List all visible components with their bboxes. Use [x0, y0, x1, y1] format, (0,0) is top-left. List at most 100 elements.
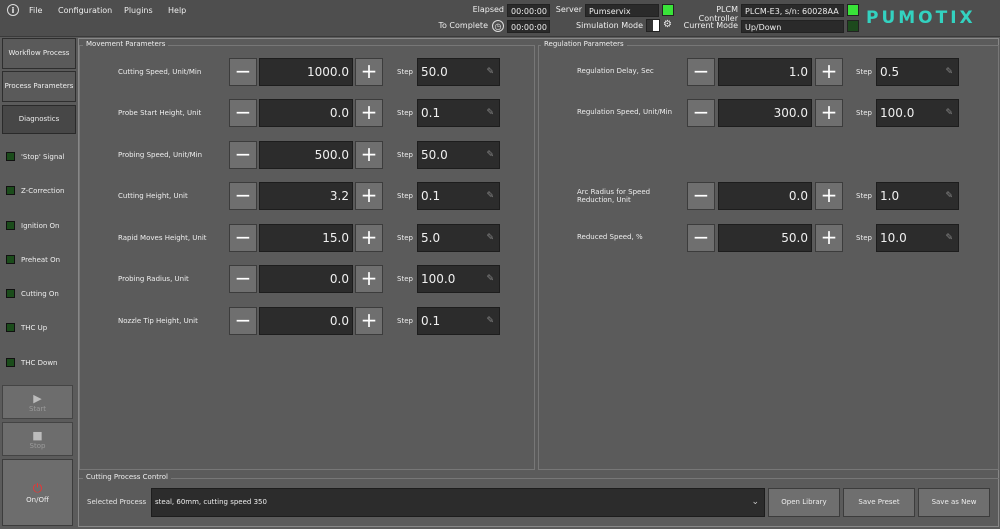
regulation-value-field[interactable]: 1.0 — [718, 58, 812, 86]
movement-increment-button[interactable]: + — [355, 265, 383, 293]
movement-value-field[interactable]: 1000.0 — [259, 58, 353, 86]
regulation-param-label: Regulation Delay, Sec — [577, 67, 654, 75]
movement-step-value: 5.0 — [421, 231, 441, 245]
movement-step-label: Step — [397, 109, 413, 117]
stop-signal-label: 'Stop' Signal — [21, 153, 65, 161]
to-complete-label: To Complete — [438, 21, 488, 30]
simulation-mode-toggle[interactable] — [646, 19, 660, 32]
start-button[interactable]: ▶ Start — [2, 385, 73, 419]
server-status-led — [662, 4, 674, 16]
pencil-icon: ✎ — [486, 191, 494, 201]
nav-process-parameters[interactable]: Process Parameters — [2, 71, 76, 102]
regulation-decrement-button[interactable]: − — [687, 224, 715, 252]
movement-value-field[interactable]: 0.0 — [259, 265, 353, 293]
nav-diagnostics[interactable]: Diagnostics — [2, 105, 76, 134]
stop-icon: ■ — [32, 428, 43, 442]
movement-step-field[interactable]: 0.1 ✎ — [417, 307, 500, 335]
regulation-step-value: 100.0 — [880, 106, 915, 120]
movement-decrement-button[interactable]: − — [229, 224, 257, 252]
movement-increment-button[interactable]: + — [355, 99, 383, 127]
movement-increment-button[interactable]: + — [355, 141, 383, 169]
movement-step-value: 0.1 — [421, 314, 441, 328]
on-off-label: On/Off — [26, 496, 49, 504]
movement-increment-button[interactable]: + — [355, 307, 383, 335]
movement-step-field[interactable]: 0.1 ✎ — [417, 99, 500, 127]
movement-decrement-button[interactable]: − — [229, 99, 257, 127]
movement-increment-button[interactable]: + — [355, 182, 383, 210]
selected-process-select[interactable]: steal, 60mm, cutting speed 350 ⌄ — [151, 488, 765, 517]
movement-step-field[interactable]: 50.0 ✎ — [417, 141, 500, 169]
plus-icon: + — [820, 183, 838, 207]
pencil-icon: ✎ — [486, 67, 494, 77]
stop-button[interactable]: ■ Stop — [2, 422, 73, 456]
movement-value-field[interactable]: 3.2 — [259, 182, 353, 210]
power-icon: ⏻ — [32, 481, 43, 495]
regulation-step-value: 10.0 — [880, 231, 907, 245]
menu-help[interactable]: Help — [168, 6, 186, 15]
movement-decrement-button[interactable]: − — [229, 141, 257, 169]
thc-down-indicator — [6, 358, 15, 367]
movement-step-field[interactable]: 50.0 ✎ — [417, 58, 500, 86]
regulation-step-field[interactable]: 10.0 ✎ — [876, 224, 959, 252]
minus-icon: − — [692, 59, 710, 83]
movement-step-value: 100.0 — [421, 272, 456, 286]
minus-icon: − — [692, 183, 710, 207]
regulation-step-field[interactable]: 0.5 ✎ — [876, 58, 959, 86]
info-icon[interactable]: i — [7, 4, 19, 16]
chevron-down-icon: ⌄ — [751, 497, 759, 507]
movement-value-field[interactable]: 500.0 — [259, 141, 353, 169]
regulation-value-field[interactable]: 300.0 — [718, 99, 812, 127]
plus-icon: + — [820, 59, 838, 83]
on-off-button[interactable]: ⏻ On/Off — [2, 459, 73, 526]
save-as-new-button[interactable]: Save as New — [918, 488, 990, 517]
regulation-increment-button[interactable]: + — [815, 182, 843, 210]
thc-down-label: THC Down — [21, 359, 58, 367]
regulation-increment-button[interactable]: + — [815, 224, 843, 252]
preheat-on-label: Preheat On — [21, 256, 61, 264]
regulation-decrement-button[interactable]: − — [687, 182, 715, 210]
open-library-button[interactable]: Open Library — [768, 488, 840, 517]
preheat-on-indicator — [6, 255, 15, 264]
movement-step-field[interactable]: 100.0 ✎ — [417, 265, 500, 293]
minus-icon: − — [692, 100, 710, 124]
regulation-step-field[interactable]: 100.0 ✎ — [876, 99, 959, 127]
movement-increment-button[interactable]: + — [355, 58, 383, 86]
movement-decrement-button[interactable]: − — [229, 265, 257, 293]
regulation-step-field[interactable]: 1.0 ✎ — [876, 182, 959, 210]
pencil-icon: ✎ — [945, 233, 953, 243]
movement-step-field[interactable]: 0.1 ✎ — [417, 182, 500, 210]
pencil-icon: ✎ — [486, 274, 494, 284]
settings-gear-icon[interactable]: ⚙ — [663, 19, 672, 30]
movement-decrement-button[interactable]: − — [229, 58, 257, 86]
movement-param-label: Cutting Speed, Unit/Min — [118, 68, 202, 76]
movement-step-field[interactable]: 5.0 ✎ — [417, 224, 500, 252]
regulation-decrement-button[interactable]: − — [687, 99, 715, 127]
movement-value-field[interactable]: 15.0 — [259, 224, 353, 252]
nav-workflow-process[interactable]: Workflow Process — [2, 38, 76, 69]
menu-configuration[interactable]: Configuration — [58, 6, 112, 15]
regulation-value-field[interactable]: 50.0 — [718, 224, 812, 252]
clock-icon: ◷ — [492, 20, 504, 32]
movement-param-label: Probe Start Height, Unit — [118, 109, 202, 117]
to-complete-value: 00:00:00 — [507, 20, 550, 33]
movement-value-field[interactable]: 0.0 — [259, 307, 353, 335]
regulation-value-field[interactable]: 0.0 — [718, 182, 812, 210]
movement-value-field[interactable]: 0.0 — [259, 99, 353, 127]
movement-decrement-button[interactable]: − — [229, 182, 257, 210]
ignition-on-indicator — [6, 221, 15, 230]
start-label: Start — [28, 404, 47, 413]
movement-param-label: Cutting Height, Unit — [118, 192, 188, 200]
minus-icon: − — [234, 266, 252, 290]
menu-plugins[interactable]: Plugins — [124, 6, 153, 15]
regulation-decrement-button[interactable]: − — [687, 58, 715, 86]
regulation-increment-button[interactable]: + — [815, 99, 843, 127]
movement-param-label: Probing Radius, Unit — [118, 275, 189, 283]
save-preset-button[interactable]: Save Preset — [843, 488, 915, 517]
stop-label: Stop — [29, 441, 46, 450]
regulation-increment-button[interactable]: + — [815, 58, 843, 86]
movement-increment-button[interactable]: + — [355, 224, 383, 252]
movement-decrement-button[interactable]: − — [229, 307, 257, 335]
pencil-icon: ✎ — [486, 108, 494, 118]
server-label: Server — [555, 5, 582, 14]
menu-file[interactable]: File — [29, 6, 42, 15]
